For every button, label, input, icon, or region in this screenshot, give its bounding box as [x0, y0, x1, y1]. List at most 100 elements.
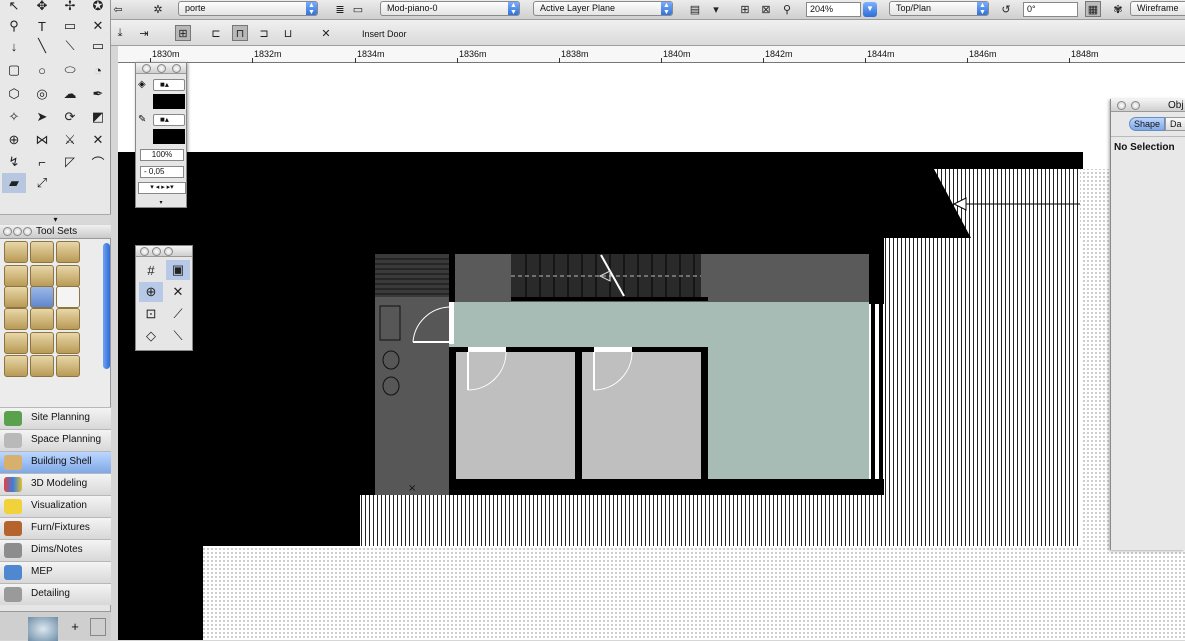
class-options-icon[interactable]: ✲ — [150, 1, 166, 17]
attributes-collapse-icon[interactable]: ▾ — [154, 200, 168, 207]
alignment-mode-icon[interactable]: ⇥ — [136, 25, 152, 41]
chamfer-tool-icon[interactable]: ◸ — [58, 152, 82, 172]
zoom-field[interactable]: 204% — [806, 2, 861, 17]
cloud-tool-icon[interactable]: ☁ — [58, 84, 82, 104]
plane-popup[interactable]: Active Layer Plane ▲ ▼ — [533, 1, 673, 16]
walkthrough-icon[interactable]: ✪ — [86, 0, 110, 16]
reshape-icon[interactable]: ➤ — [30, 107, 54, 127]
drawing-canvas[interactable]: × — [118, 63, 1185, 640]
window-grid-icon[interactable] — [56, 286, 80, 308]
spiral-tool-icon[interactable]: ◎ — [30, 84, 54, 104]
zoom-tool-icon[interactable]: ⚲ — [2, 16, 26, 36]
door-left-icon[interactable]: ⊏ — [208, 25, 224, 41]
zoom-dropdown-button[interactable]: ▼ — [863, 2, 877, 17]
snap-point-icon[interactable]: ◇ — [139, 326, 163, 346]
slab-tool-icon[interactable] — [56, 241, 80, 263]
close-x-icon[interactable]: ✕ — [86, 16, 110, 36]
fireplace-icon[interactable] — [30, 355, 54, 377]
snap-intersection-icon[interactable]: ✕ — [166, 282, 190, 302]
door-flip-icon[interactable]: ⊔ — [280, 25, 296, 41]
roof-face-icon[interactable] — [30, 308, 54, 330]
tab-data[interactable]: Da — [1165, 117, 1185, 131]
rounded-rect-icon[interactable]: ▢ — [2, 60, 26, 80]
fill-style-popup[interactable]: ■▴ — [153, 79, 185, 91]
tool-set-detailing[interactable]: Detailing — [0, 583, 111, 605]
stair-tool-icon[interactable] — [30, 332, 54, 354]
fill-color-swatch[interactable] — [153, 94, 185, 109]
add-tool-set-button[interactable]: + — [66, 618, 84, 636]
snap-object-icon[interactable]: ▣ — [166, 260, 190, 280]
line-weight-popup[interactable]: - 0,05 — [140, 166, 184, 178]
beam-tool-icon[interactable] — [4, 355, 28, 377]
rectangle-tool-icon[interactable]: ▭ — [86, 36, 110, 56]
column-capital-icon[interactable] — [4, 332, 28, 354]
class-popup[interactable]: porte ▲ ▼ — [178, 1, 318, 16]
line-tool-icon[interactable]: ╲ — [30, 36, 54, 56]
page-icon[interactable]: ▤ — [687, 1, 703, 17]
opacity-field[interactable]: 100% — [140, 149, 184, 161]
preferences-icon[interactable]: ✕ — [318, 25, 334, 41]
page-options-icon[interactable]: ▾ — [708, 1, 724, 17]
render-mode-icon[interactable]: ▦ — [1085, 1, 1101, 17]
layers-icon[interactable]: ≣ — [332, 1, 348, 17]
round-wall-icon[interactable] — [30, 241, 54, 263]
tool-sets-scrollbar[interactable] — [103, 243, 110, 369]
dimension-icon[interactable]: ⤢ — [30, 173, 54, 193]
locus-icon[interactable]: ↓ — [2, 36, 26, 56]
pen-style-popup[interactable]: ■▴ — [153, 114, 185, 126]
arrowheads-popup[interactable]: ▾ ◂ ▸ ▸▾ — [138, 182, 186, 194]
eraser-icon[interactable]: ▰ — [2, 173, 26, 193]
tool-set-visualization[interactable]: Visualization — [0, 495, 111, 517]
eyedropper-icon[interactable]: ✒ — [86, 84, 110, 104]
symbol-mode-icon[interactable]: ⊞ — [175, 25, 191, 41]
insertion-mode-icon[interactable]: ⤓ — [112, 25, 128, 41]
layer-popup[interactable]: Mod-piano-0 ▲ ▼ — [380, 1, 520, 16]
trim-tool-icon[interactable]: ✕ — [86, 130, 110, 150]
snap-edge-icon[interactable]: ⟍ — [166, 326, 190, 346]
door-right-icon[interactable]: ⊐ — [256, 25, 272, 41]
door-center-icon[interactable]: ⊓ — [232, 25, 248, 41]
tool-set-space-planning[interactable]: Space Planning — [0, 429, 111, 451]
railing-icon[interactable] — [56, 355, 80, 377]
circle-tool-icon[interactable]: ○ — [30, 60, 54, 80]
snap-angle-icon[interactable]: ⊕ — [139, 282, 163, 302]
render-popup[interactable]: Wireframe — [1130, 1, 1185, 16]
pan-icon[interactable]: ✥ — [30, 0, 54, 16]
wall-tool-icon[interactable] — [4, 241, 28, 263]
oval-tool-icon[interactable]: ⬭ — [58, 60, 82, 80]
connect-tool-icon[interactable]: ↯ — [2, 152, 26, 172]
rotate-plan-icon[interactable]: ↺ — [998, 1, 1014, 17]
tool-set-mep[interactable]: MEP — [0, 561, 111, 583]
truss-tool-icon[interactable] — [56, 265, 80, 287]
pen-color-swatch[interactable] — [153, 129, 185, 144]
flyover-icon[interactable]: ✢ — [58, 0, 82, 16]
tool-set-building-shell[interactable]: Building Shell — [0, 451, 111, 473]
attribute-icon[interactable]: ◩ — [86, 107, 110, 127]
arc-tool-icon[interactable]: ⌒ — [86, 152, 110, 172]
zoom-icon[interactable]: ⚲ — [779, 1, 795, 17]
fit-objects-icon[interactable]: ⊠ — [758, 1, 774, 17]
column-tool-icon[interactable] — [4, 265, 28, 287]
text-tool-icon[interactable]: T — [30, 16, 54, 36]
rotation-field[interactable]: 0° — [1023, 2, 1078, 17]
tool-set-options-icon[interactable] — [90, 618, 106, 636]
door-tool-icon[interactable] — [30, 286, 54, 308]
fit-to-window-icon[interactable]: ⊞ — [737, 1, 753, 17]
tool-set-3d-modeling[interactable]: 3D Modeling — [0, 473, 111, 495]
tool-set-furn-fixtures[interactable]: Furn/Fixtures — [0, 517, 111, 539]
tab-shape[interactable]: Shape — [1129, 117, 1165, 131]
framing-member-icon[interactable] — [56, 308, 80, 330]
mirror-tool-icon[interactable]: ⋈ — [30, 130, 54, 150]
ramp-tool-icon[interactable] — [56, 332, 80, 354]
rotate-tool-icon[interactable]: ⟳ — [58, 107, 82, 127]
quarter-arc-icon[interactable]: ◔ — [86, 60, 110, 80]
back-arrow-icon[interactable]: ⇦ — [110, 1, 126, 17]
palette-scroll-indicator[interactable]: ▾ — [0, 214, 111, 224]
pilaster-tool-icon[interactable] — [30, 265, 54, 287]
selection-icon[interactable]: ↖ — [2, 0, 26, 16]
offset-tool-icon[interactable]: ⊕ — [2, 130, 26, 150]
layer-options-icon[interactable]: ▭ — [350, 1, 366, 17]
tool-set-site-planning[interactable]: Site Planning — [0, 407, 111, 429]
fillet-tool-icon[interactable]: ⌐ — [30, 152, 54, 172]
callout-icon[interactable]: ▭ — [58, 16, 82, 36]
